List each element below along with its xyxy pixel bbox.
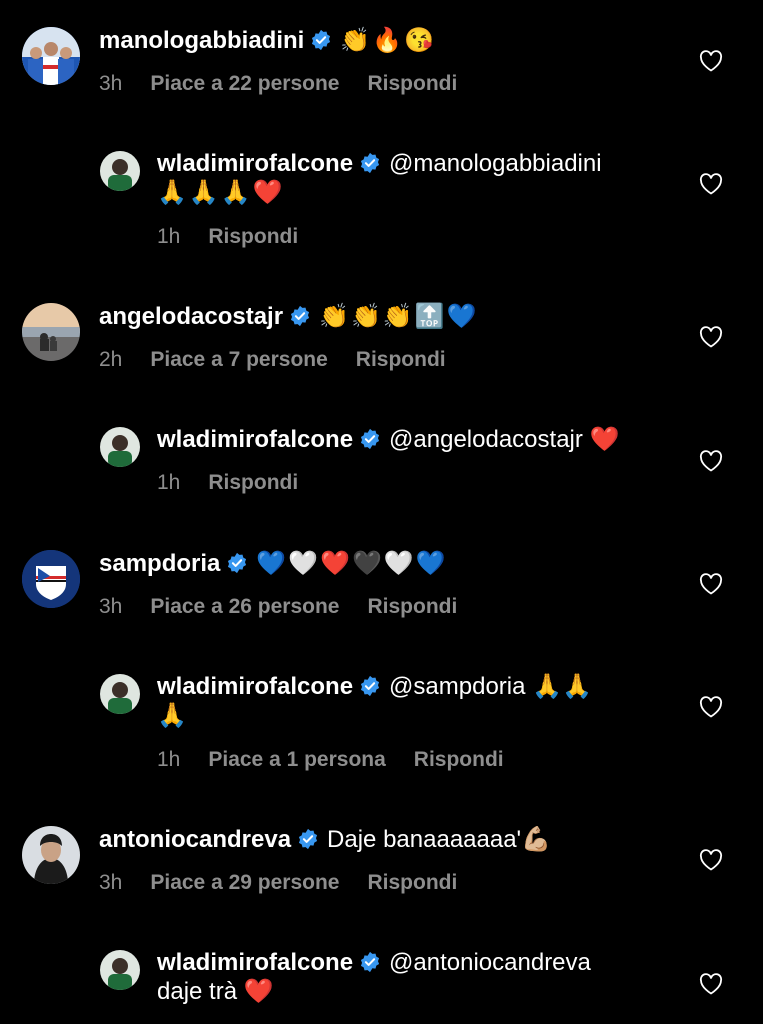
reply-button[interactable]: Rispondi <box>367 871 457 894</box>
heart-icon[interactable] <box>699 973 723 995</box>
verified-badge-icon <box>312 29 331 51</box>
username[interactable]: manologabbiadini <box>99 27 304 54</box>
heart-icon[interactable] <box>699 326 723 348</box>
verified-badge-icon <box>228 552 247 574</box>
verified-badge-icon <box>360 428 380 450</box>
likes-count[interactable]: Piace a 29 persone <box>150 871 339 894</box>
username[interactable]: wladimirofalcone <box>157 426 353 453</box>
mention-link[interactable]: @sampdoria 🙏🙏 <box>389 673 592 700</box>
comment-meta: 3h Piace a 26 persone Rispondi <box>99 594 485 620</box>
timestamp: 1h <box>157 748 181 771</box>
heart-icon[interactable] <box>699 173 723 195</box>
username[interactable]: sampdoria <box>99 550 220 577</box>
comment-text: @angelodacostajr ❤️ <box>389 426 620 453</box>
comment-text: 👏👏👏🔝💙 <box>319 303 479 330</box>
heart-icon[interactable] <box>699 696 723 718</box>
likes-count[interactable]: Piace a 26 persone <box>150 595 339 618</box>
reply-button[interactable]: Rispondi <box>414 748 504 771</box>
heart-icon[interactable] <box>699 50 723 72</box>
reply-button[interactable]: Rispondi <box>208 225 298 248</box>
mention-link[interactable]: @antoniocandreva <box>389 949 591 976</box>
comment-meta: 3h Piace a 22 persone Rispondi <box>99 71 485 97</box>
avatar[interactable] <box>100 427 140 467</box>
reply-button[interactable]: Rispondi <box>208 471 298 494</box>
verified-badge-icon <box>298 828 318 850</box>
username[interactable]: antoniocandreva <box>99 826 291 853</box>
comment-header: manologabbiadini 👏🔥😘 <box>99 26 436 56</box>
heart-icon[interactable] <box>699 849 723 871</box>
comment-meta: 3h Piace a 29 persone Rispondi <box>99 870 485 896</box>
heart-icon[interactable] <box>699 573 723 595</box>
comment-meta: 1h Rispondi <box>157 224 326 250</box>
comment-header: sampdoria 💙🤍❤️🖤🤍💙 <box>99 549 448 579</box>
comment-header: wladimirofalcone @sampdoria 🙏🙏 <box>157 672 592 702</box>
mention-link[interactable]: @manologabbiadini <box>389 150 602 177</box>
comment-header: wladimirofalcone @manologabbiadini <box>157 149 602 179</box>
comment-text: 🙏🙏🙏❤️ <box>157 178 285 208</box>
comment-text-continued: 🙏🙏🙏❤️ <box>157 179 285 206</box>
username[interactable]: wladimirofalcone <box>157 150 353 177</box>
likes-count[interactable]: Piace a 7 persone <box>150 348 327 371</box>
comment-meta: 1h Rispondi <box>157 470 326 496</box>
reply-button[interactable]: Rispondi <box>367 595 457 618</box>
comment-text: 🙏 <box>157 701 187 731</box>
timestamp: 3h <box>99 72 123 95</box>
comment-header: wladimirofalcone @angelodacostajr ❤️ <box>157 425 619 455</box>
timestamp: 2h <box>99 348 123 371</box>
comment-header: wladimirofalcone @antoniocandreva <box>157 948 591 978</box>
comment-meta: 2h Piace a 7 persone Rispondi <box>99 347 474 373</box>
comment-text: 👏🔥😘 <box>340 27 436 54</box>
verified-badge-icon <box>290 305 310 327</box>
avatar[interactable] <box>22 550 80 608</box>
comment-text-continued: daje trà ❤️ <box>157 978 274 1005</box>
verified-badge-icon <box>360 951 380 973</box>
comment-text: 💙🤍❤️🖤🤍💙 <box>256 550 448 577</box>
verified-badge-icon <box>360 675 380 697</box>
timestamp: 3h <box>99 595 123 618</box>
likes-count[interactable]: Piace a 1 persona <box>208 748 385 771</box>
verified-badge-icon <box>360 152 380 174</box>
comment-meta: 1h Piace a 1 persona Rispondi <box>157 747 532 773</box>
timestamp: 1h <box>157 471 181 494</box>
avatar[interactable] <box>100 151 140 191</box>
avatar[interactable] <box>22 826 80 884</box>
reply-button[interactable]: Rispondi <box>367 72 457 95</box>
comment-text-continued: 🙏 <box>157 702 187 729</box>
avatar[interactable] <box>100 674 140 714</box>
username[interactable]: wladimirofalcone <box>157 673 353 700</box>
reply-button[interactable]: Rispondi <box>356 348 446 371</box>
comment-header: antoniocandreva Daje banaaaaaaa'💪🏼 <box>99 825 551 855</box>
avatar[interactable] <box>22 303 80 361</box>
timestamp: 3h <box>99 871 123 894</box>
username[interactable]: angelodacostajr <box>99 303 283 330</box>
comment-text: daje trà ❤️ <box>157 977 274 1007</box>
username[interactable]: wladimirofalcone <box>157 949 353 976</box>
avatar[interactable] <box>22 27 80 85</box>
timestamp: 1h <box>157 225 181 248</box>
likes-count[interactable]: Piace a 22 persone <box>150 72 339 95</box>
avatar[interactable] <box>100 950 140 990</box>
comment-text: Daje banaaaaaaa'💪🏼 <box>327 826 552 853</box>
heart-icon[interactable] <box>699 450 723 472</box>
comment-header: angelodacostajr 👏👏👏🔝💙 <box>99 302 478 332</box>
